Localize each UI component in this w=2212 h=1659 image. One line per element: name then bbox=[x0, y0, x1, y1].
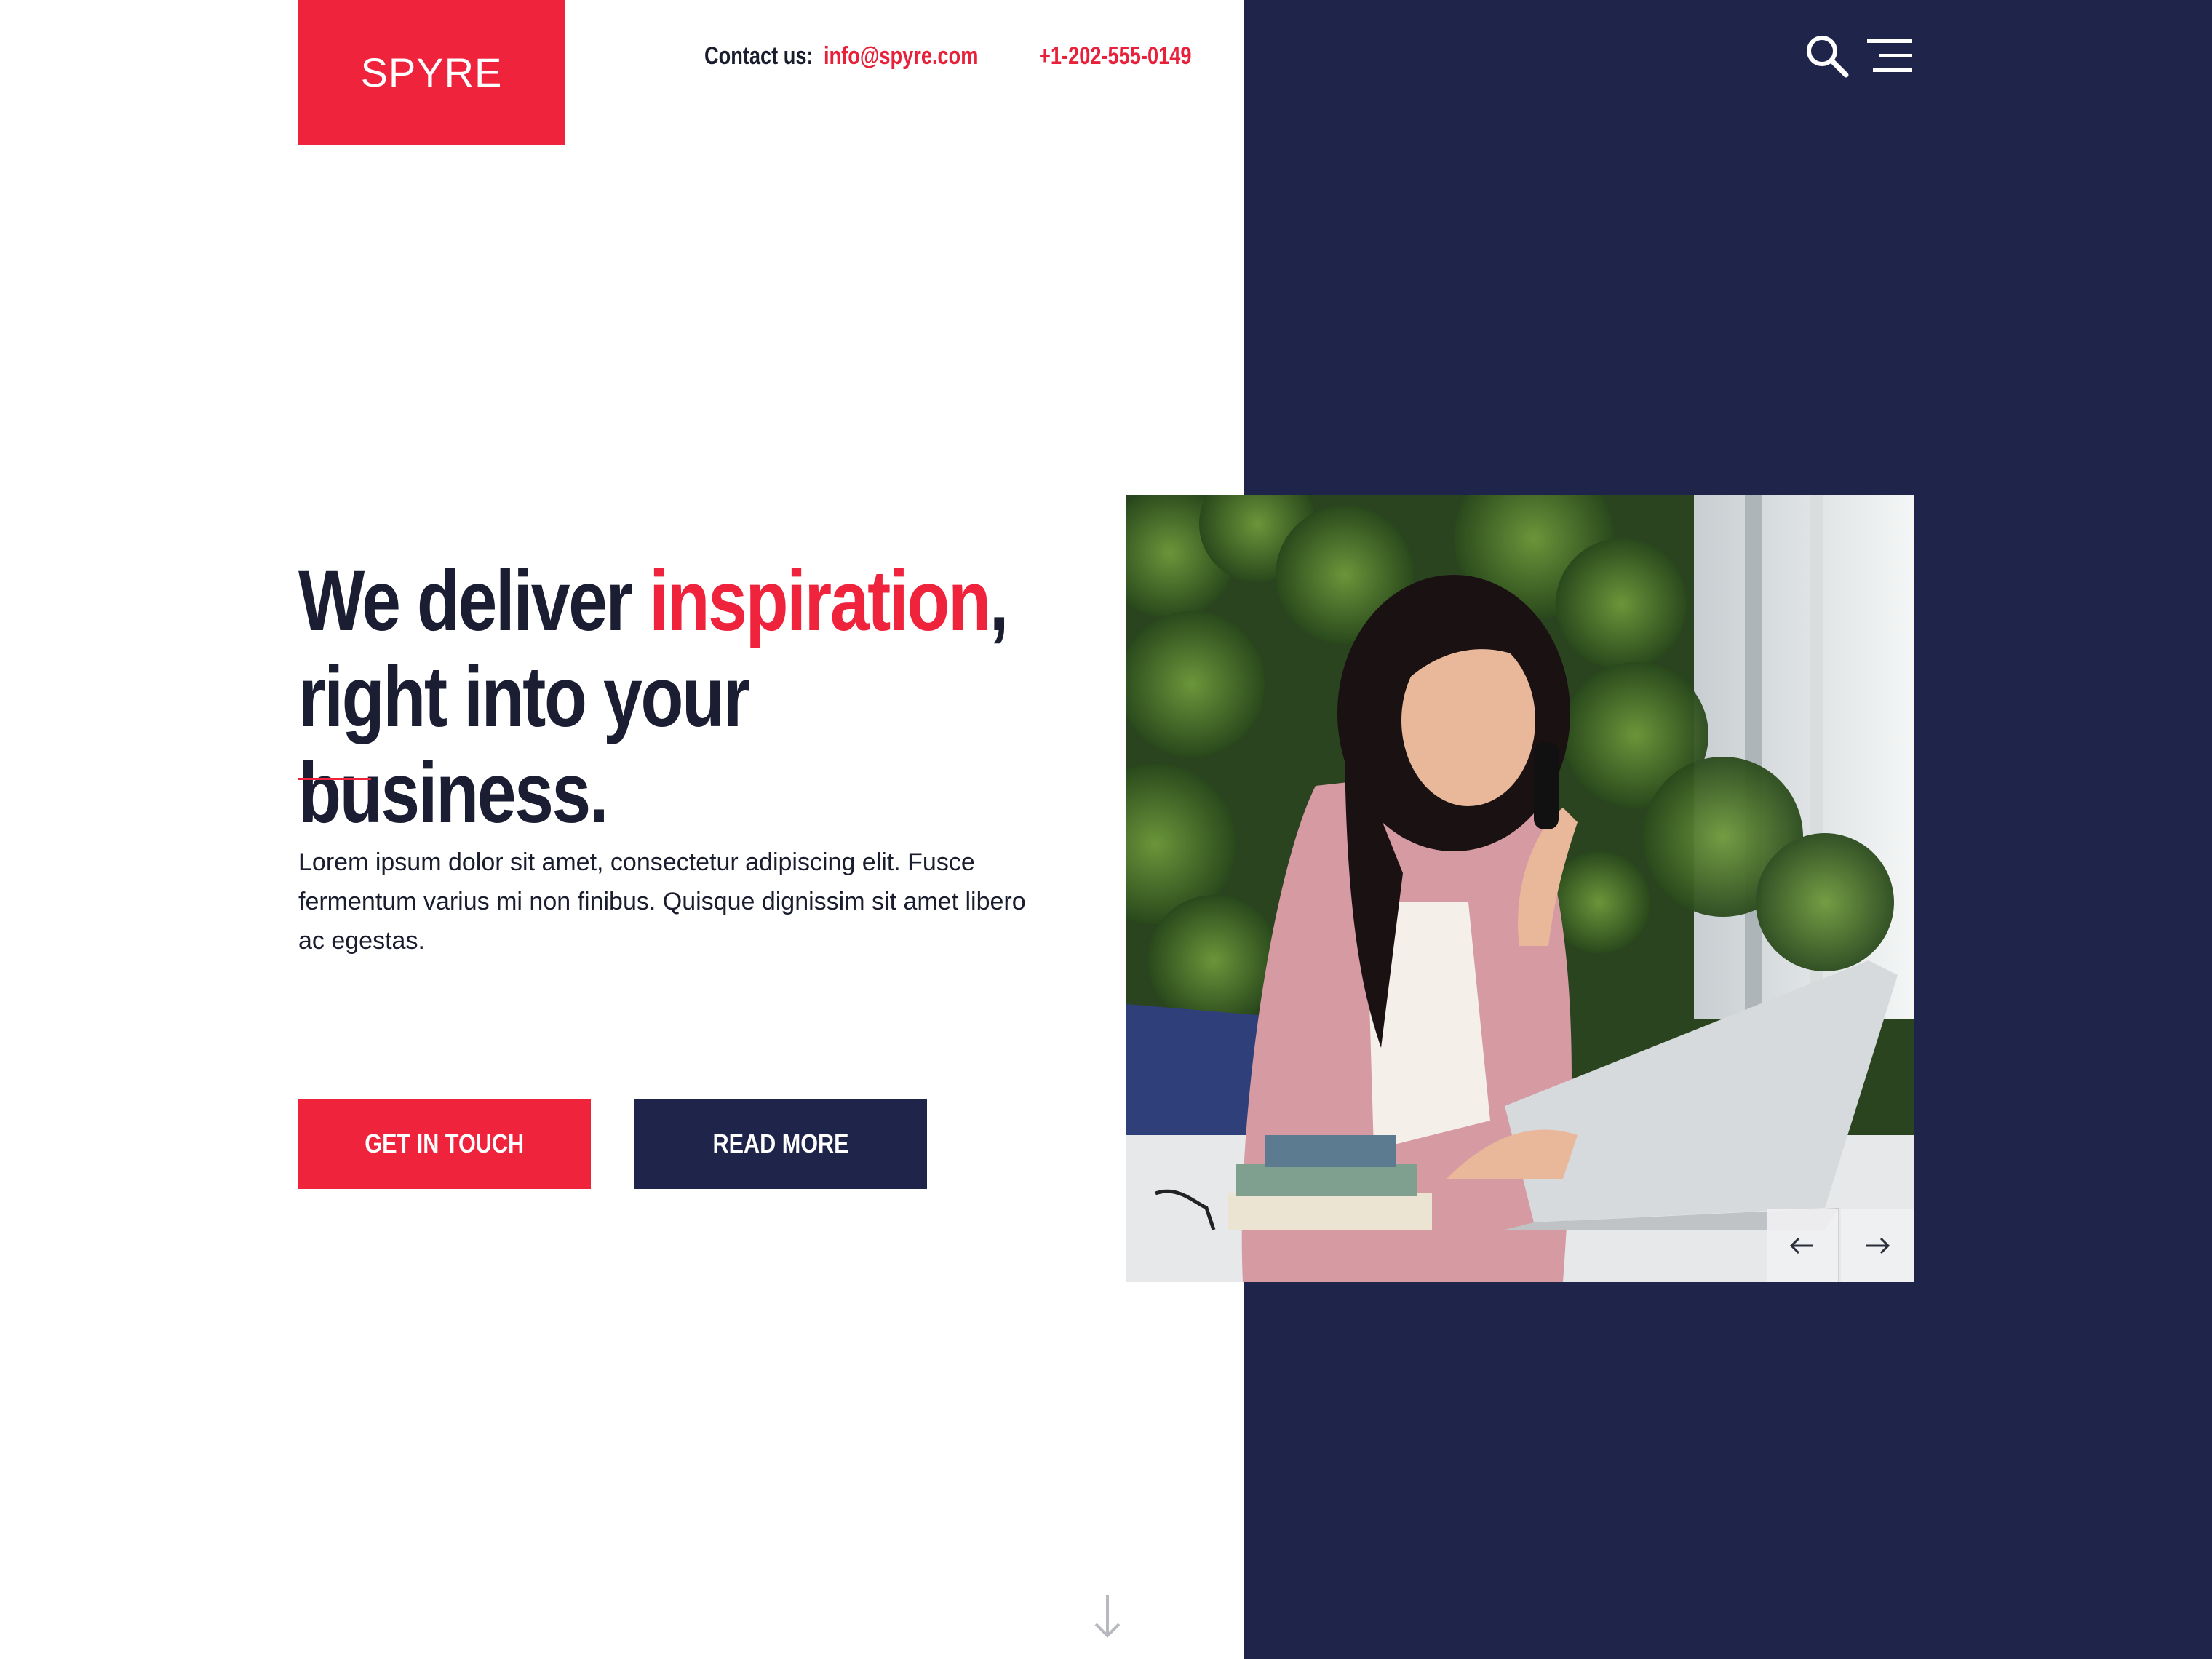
hero-headline: We deliver inspiration, right into your … bbox=[298, 553, 1014, 841]
read-more-button[interactable]: READ MORE bbox=[634, 1099, 927, 1189]
headline-prefix: We deliver bbox=[298, 553, 650, 649]
slider-next-button[interactable] bbox=[1841, 1209, 1914, 1282]
get-in-touch-label: GET IN TOUCH bbox=[365, 1129, 525, 1158]
slider-prev-button[interactable] bbox=[1767, 1209, 1839, 1282]
hero-body-text: Lorem ipsum dolor sit amet, consectetur … bbox=[298, 848, 1026, 955]
read-more-label: READ MORE bbox=[712, 1129, 849, 1158]
headline-accent: inspiration bbox=[649, 553, 991, 649]
contact-phone-link[interactable]: +1-202-555-0149 bbox=[1039, 42, 1191, 77]
logo[interactable]: SPYRE bbox=[298, 0, 565, 145]
contact-label: Contact us: bbox=[704, 42, 813, 70]
arrow-right-icon bbox=[1866, 1237, 1890, 1254]
search-icon[interactable] bbox=[1805, 33, 1850, 79]
headline-divider bbox=[298, 778, 371, 780]
get-in-touch-button[interactable]: GET IN TOUCH bbox=[298, 1099, 591, 1189]
hero-image bbox=[1126, 495, 1914, 1282]
logo-text: SPYRE bbox=[360, 49, 503, 95]
arrow-down-icon[interactable] bbox=[1091, 1594, 1123, 1640]
headline-comma: , bbox=[989, 553, 1009, 649]
headline-line2: right into your business. bbox=[298, 649, 750, 841]
arrow-left-icon bbox=[1790, 1237, 1813, 1254]
hamburger-menu-icon[interactable] bbox=[1867, 38, 1915, 74]
contact-email-link[interactable]: info@spyre.com bbox=[824, 42, 978, 77]
